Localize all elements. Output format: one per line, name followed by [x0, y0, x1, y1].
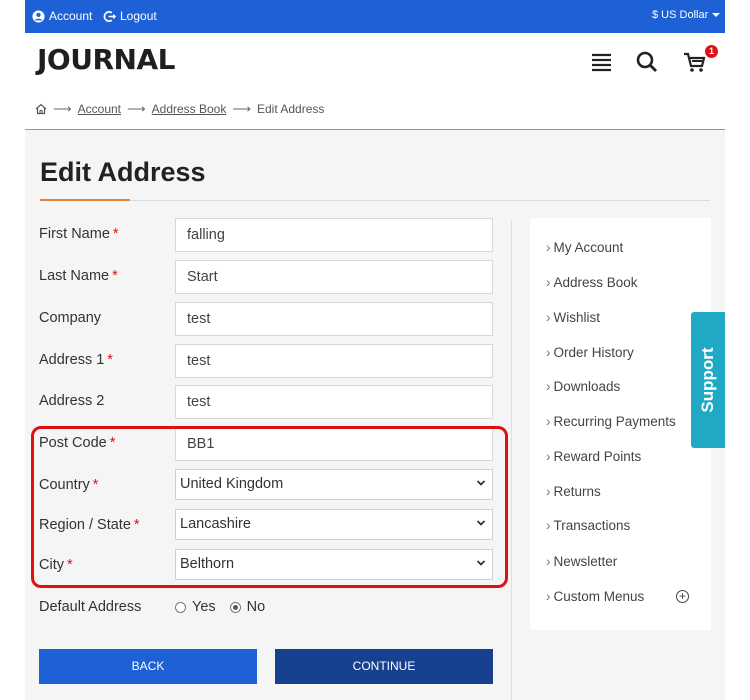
- sidebar-item-address-book[interactable]: › Address Book: [546, 275, 638, 290]
- chevron-right-icon: ›: [546, 345, 551, 360]
- default-yes-radio[interactable]: [175, 601, 186, 613]
- first-name-label: First Name *: [39, 226, 119, 242]
- address1-label: Address 1 *: [39, 352, 113, 368]
- breadcrumb-arrow-icon: ⟶: [127, 101, 146, 116]
- chevron-right-icon: ›: [546, 414, 551, 429]
- breadcrumb-account-link[interactable]: Account: [78, 102, 121, 116]
- default-yes-label: Yes: [192, 599, 216, 615]
- breadcrumb-arrow-icon: ⟶: [53, 101, 72, 116]
- default-address-radios: Yes No: [175, 599, 265, 615]
- account-link[interactable]: Account: [32, 9, 92, 23]
- account-label: Account: [49, 9, 93, 23]
- sidebar-item-wishlist[interactable]: › Wishlist: [546, 310, 600, 325]
- breadcrumb-current: Edit Address: [257, 102, 325, 116]
- address2-input[interactable]: test: [175, 385, 493, 419]
- menu-icon[interactable]: [589, 49, 615, 75]
- company-label: Company: [39, 310, 102, 326]
- default-no-label: No: [246, 599, 266, 615]
- cart-count-badge: 1: [705, 45, 718, 58]
- logout-icon: [103, 10, 116, 22]
- last-name-label: Last Name *: [39, 268, 118, 284]
- currency-label: $ US Dollar: [652, 9, 709, 21]
- site-header: JOURNAL 1: [25, 33, 725, 90]
- sidebar-item-my-account[interactable]: › My Account: [546, 240, 623, 255]
- chevron-right-icon: ›: [546, 240, 551, 255]
- company-input[interactable]: test: [175, 302, 493, 336]
- sidebar-item-downloads[interactable]: › Downloads: [546, 379, 620, 394]
- page-title: Edit Address: [40, 157, 206, 187]
- chevron-right-icon: ›: [546, 275, 551, 290]
- sidebar-item-order-history[interactable]: › Order History: [546, 345, 634, 360]
- chevron-right-icon: ›: [546, 554, 551, 569]
- address2-row: Address 2 test: [39, 385, 499, 419]
- logout-link[interactable]: Logout: [103, 9, 157, 23]
- address2-label: Address 2: [39, 393, 105, 409]
- chevron-right-icon: ›: [546, 449, 551, 464]
- breadcrumb-address-book-link[interactable]: Address Book: [152, 102, 227, 116]
- last-name-input[interactable]: Start: [175, 260, 493, 294]
- title-divider: [40, 200, 710, 201]
- site-logo[interactable]: JOURNAL: [37, 43, 175, 76]
- sidebar-item-custom-menus[interactable]: › Custom Menus: [546, 589, 644, 604]
- first-name-row: First Name * falling: [39, 218, 499, 252]
- caret-down-icon: [712, 13, 721, 17]
- home-icon[interactable]: [35, 103, 47, 115]
- account-sidebar: › My Account › Address Book › Wishlist › Ord…: [530, 218, 711, 630]
- sidebar-item-transactions[interactable]: › Transactions: [546, 518, 630, 533]
- chevron-right-icon: ›: [546, 484, 551, 499]
- currency-dropdown[interactable]: $ US Dollar: [652, 9, 721, 21]
- last-name-row: Last Name * Start: [39, 260, 499, 294]
- sidebar-item-recurring-payments[interactable]: › Recurring Payments: [546, 414, 676, 429]
- title-accent-line: [40, 199, 130, 201]
- cart-icon[interactable]: [682, 49, 708, 75]
- chevron-right-icon: ›: [546, 589, 551, 604]
- top-bar: Account Logout $ US Dollar: [25, 0, 725, 33]
- chevron-right-icon: ›: [546, 310, 551, 325]
- chevron-right-icon: ›: [546, 518, 551, 533]
- support-tab[interactable]: Support: [691, 312, 725, 448]
- address1-input[interactable]: test: [175, 344, 493, 378]
- default-no-radio[interactable]: [229, 601, 241, 613]
- user-icon: [32, 9, 45, 23]
- highlight-box: [31, 426, 508, 588]
- main-content: Edit Address First Name * falling Last Na…: [25, 130, 725, 700]
- breadcrumb: ⟶ Account ⟶ Address Book ⟶ Edit Address: [35, 101, 324, 117]
- back-button[interactable]: BACK: [39, 649, 257, 684]
- breadcrumb-bar: ⟶ Account ⟶ Address Book ⟶ Edit Address: [25, 90, 725, 130]
- search-icon[interactable]: [634, 49, 660, 75]
- default-address-row: Default Address: [39, 591, 499, 625]
- expand-plus-icon[interactable]: +: [676, 590, 689, 603]
- sidebar-item-newsletter[interactable]: › Newsletter: [546, 554, 617, 569]
- first-name-input[interactable]: falling: [175, 218, 493, 252]
- default-address-label: Default Address: [39, 599, 142, 615]
- support-label: Support: [698, 347, 717, 413]
- sidebar-item-returns[interactable]: › Returns: [546, 484, 601, 499]
- column-divider: [511, 220, 512, 700]
- sidebar-item-reward-points[interactable]: › Reward Points: [546, 449, 641, 464]
- chevron-right-icon: ›: [546, 379, 551, 394]
- breadcrumb-arrow-icon: ⟶: [232, 101, 251, 116]
- continue-button[interactable]: CONTINUE: [275, 649, 493, 684]
- address1-row: Address 1 * test: [39, 344, 499, 378]
- company-row: Company test: [39, 302, 499, 336]
- logout-label: Logout: [120, 9, 157, 23]
